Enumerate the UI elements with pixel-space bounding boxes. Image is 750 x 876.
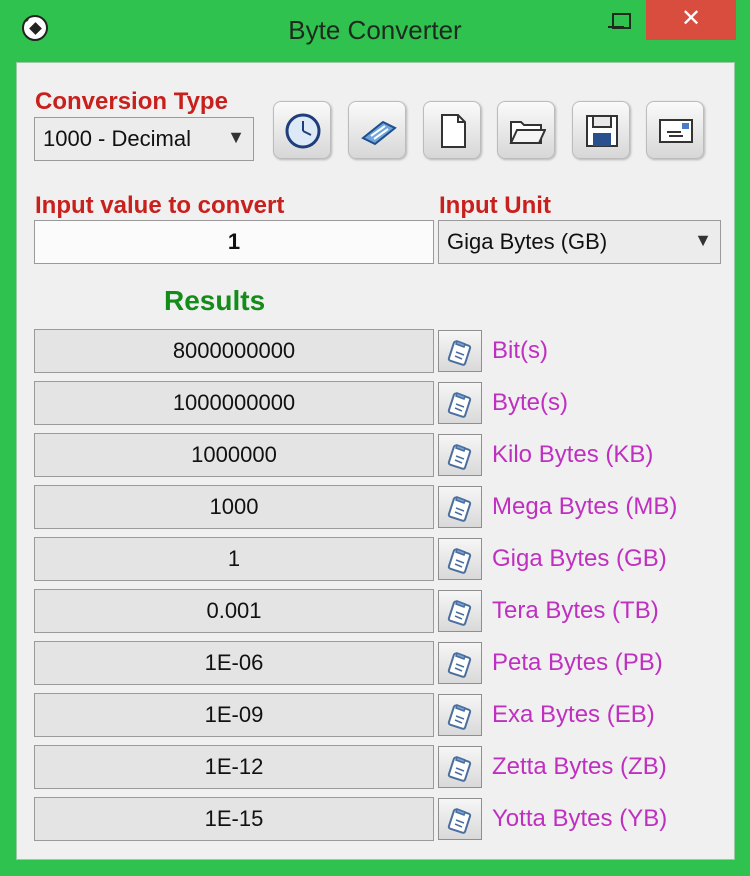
input-value-field[interactable]: 1 xyxy=(34,220,434,264)
conversion-type-label: Conversion Type xyxy=(35,88,228,115)
result-row: 1E-09 Exa Bytes (EB) xyxy=(0,693,719,737)
result-unit-label: Zetta Bytes (ZB) xyxy=(492,753,667,780)
open-folder-icon xyxy=(509,121,546,144)
result-row: 1E-12 Zetta Bytes (ZB) xyxy=(0,745,719,789)
copy-button[interactable] xyxy=(438,694,482,736)
result-row: 1E-06 Peta Bytes (PB) xyxy=(0,641,719,685)
result-value-field[interactable]: 1000 xyxy=(34,485,434,529)
copy-button[interactable] xyxy=(438,486,482,528)
input-unit-value: Giga Bytes (GB) xyxy=(447,229,608,254)
result-unit-label: Peta Bytes (PB) xyxy=(492,649,663,676)
result-unit-label: Mega Bytes (MB) xyxy=(492,493,678,520)
mail-button[interactable] xyxy=(646,101,704,159)
calculator-icon xyxy=(361,120,397,146)
result-value-field[interactable]: 1E-06 xyxy=(34,641,434,685)
result-value-field[interactable]: 1E-09 xyxy=(34,693,434,737)
result-row: 1E-15 Yotta Bytes (YB) xyxy=(0,797,719,841)
clipboard-icon xyxy=(447,340,472,366)
clipboard-icon xyxy=(447,600,472,626)
copy-button[interactable] xyxy=(438,642,482,684)
copy-button[interactable] xyxy=(438,382,482,424)
result-row: 1000000 Kilo Bytes (KB) xyxy=(0,433,719,477)
open-folder-button[interactable] xyxy=(497,101,555,159)
conversion-type-value: 1000 - Decimal xyxy=(43,126,191,151)
new-document-button[interactable] xyxy=(423,101,481,159)
clipboard-icon xyxy=(447,652,472,678)
maximize-button[interactable] xyxy=(604,0,640,40)
maximize-icon xyxy=(612,13,631,29)
result-value-field[interactable]: 1E-12 xyxy=(34,745,434,789)
results-title: Results xyxy=(164,285,266,316)
clipboard-icon xyxy=(447,496,472,522)
clipboard-icon xyxy=(447,444,472,470)
result-unit-label: Giga Bytes (GB) xyxy=(492,545,667,572)
save-disk-icon xyxy=(586,115,618,147)
chevron-down-icon: ▼ xyxy=(227,127,245,147)
result-row: 1000000000 Byte(s) xyxy=(0,381,719,425)
copy-button[interactable] xyxy=(438,798,482,840)
result-value-field[interactable]: 8000000000 xyxy=(34,329,434,373)
result-value-field[interactable]: 0.001 xyxy=(34,589,434,633)
save-button[interactable] xyxy=(572,101,630,159)
copy-button[interactable] xyxy=(438,330,482,372)
input-unit-select[interactable]: Giga Bytes (GB) ▼ xyxy=(438,220,721,264)
input-value-label: Input value to convert xyxy=(35,192,285,219)
copy-button[interactable] xyxy=(438,590,482,632)
chevron-down-icon: ▼ xyxy=(694,230,712,250)
result-unit-label: Kilo Bytes (KB) xyxy=(492,441,654,468)
calculator-button[interactable] xyxy=(348,101,406,159)
clipboard-icon xyxy=(447,756,472,782)
input-unit-label: Input Unit xyxy=(439,192,551,219)
clock-button[interactable] xyxy=(273,101,331,159)
clipboard-icon xyxy=(447,704,472,730)
clipboard-icon xyxy=(447,808,472,834)
result-unit-label: Yotta Bytes (YB) xyxy=(492,805,668,832)
result-row: 8000000000 Bit(s) xyxy=(0,329,719,373)
result-row: 1000 Mega Bytes (MB) xyxy=(0,485,719,529)
copy-button[interactable] xyxy=(438,538,482,580)
result-value-field[interactable]: 1000000 xyxy=(34,433,434,477)
clock-icon xyxy=(285,113,321,149)
clipboard-icon xyxy=(447,392,472,418)
result-value-field[interactable]: 1 xyxy=(34,537,434,581)
result-unit-label: Tera Bytes (TB) xyxy=(492,597,659,624)
result-unit-label: Bit(s) xyxy=(492,337,548,364)
close-icon: ✕ xyxy=(680,5,702,32)
conversion-type-select[interactable]: 1000 - Decimal ▼ xyxy=(34,117,254,161)
result-unit-label: Exa Bytes (EB) xyxy=(492,701,655,728)
copy-button[interactable] xyxy=(438,434,482,476)
clipboard-icon xyxy=(447,548,472,574)
close-button[interactable]: ✕ xyxy=(646,0,736,40)
mail-icon xyxy=(659,119,693,143)
copy-button[interactable] xyxy=(438,746,482,788)
result-row: 1 Giga Bytes (GB) xyxy=(0,537,719,581)
result-value-field[interactable]: 1000000000 xyxy=(34,381,434,425)
result-row: 0.001 Tera Bytes (TB) xyxy=(0,589,719,633)
result-value-field[interactable]: 1E-15 xyxy=(34,797,434,841)
new-document-icon xyxy=(441,114,466,148)
result-unit-label: Byte(s) xyxy=(492,389,569,416)
